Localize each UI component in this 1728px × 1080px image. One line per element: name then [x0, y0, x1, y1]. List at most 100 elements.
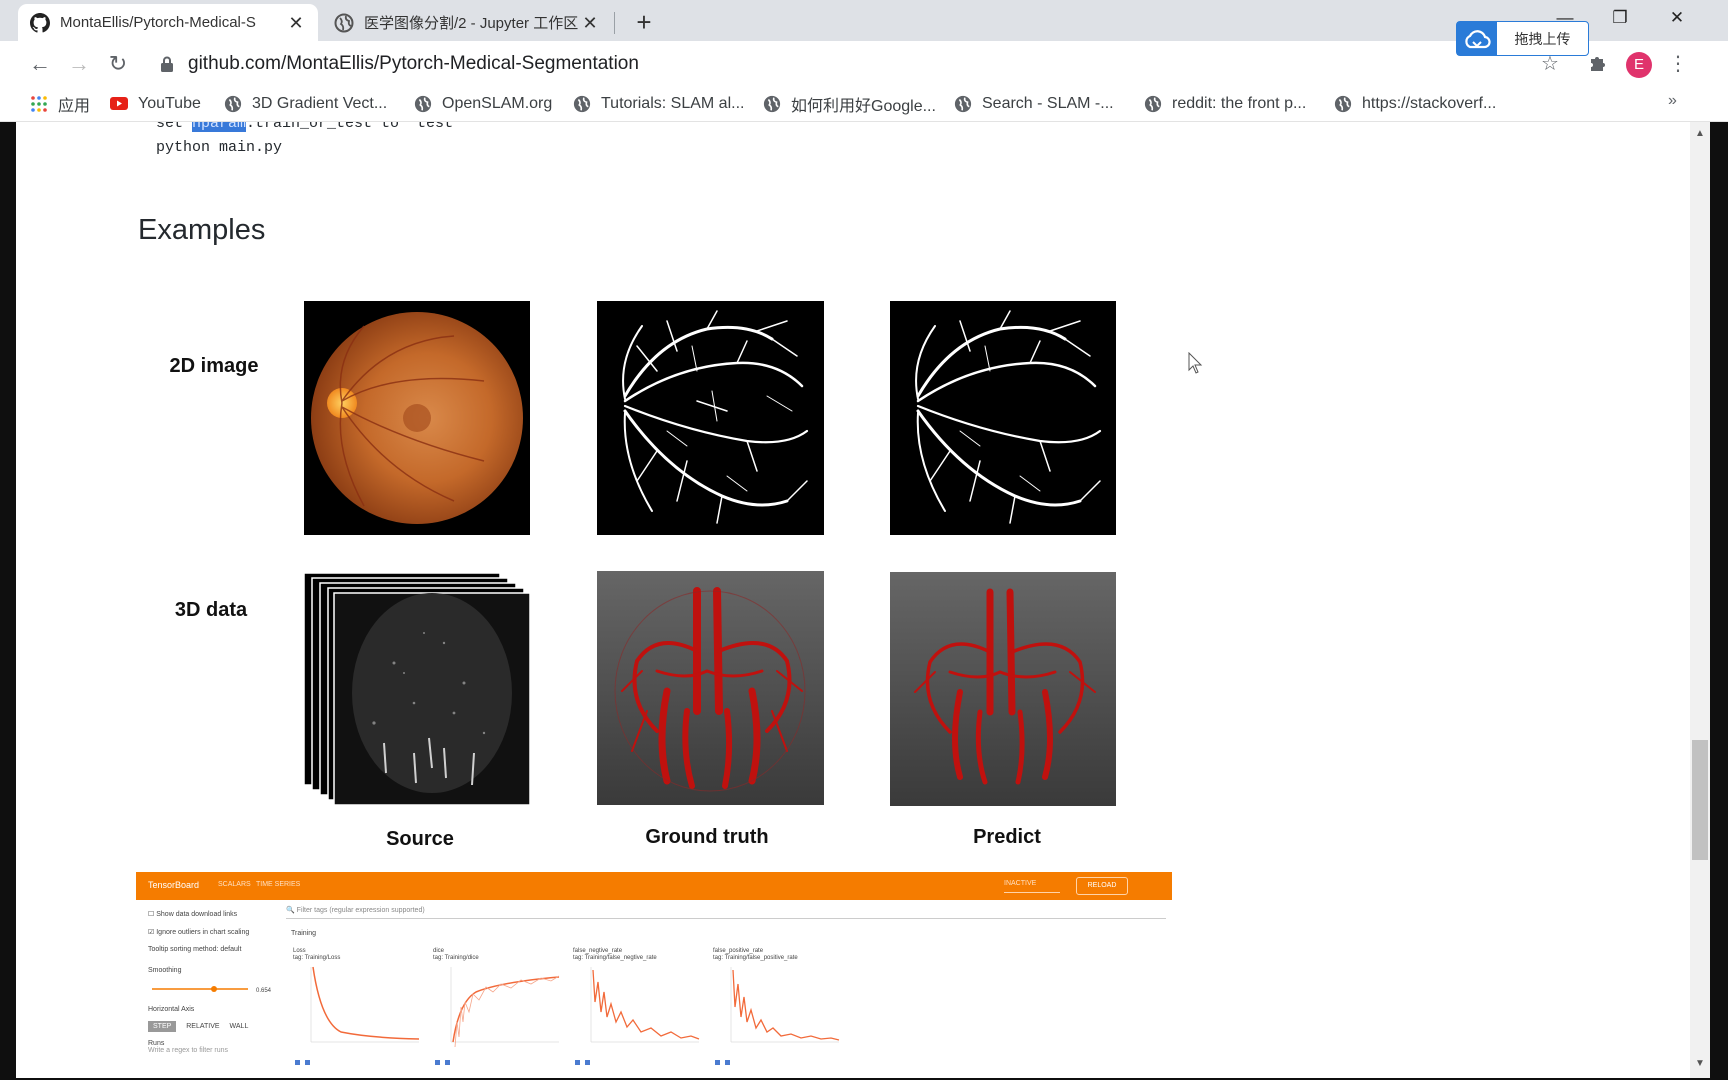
tb-run-select: INACTIVE [1004, 880, 1060, 893]
tb-tab-time-series: TIME SERIES [256, 881, 301, 888]
tb-filter-input: 🔍 Filter tags (regular expression suppor… [286, 906, 1166, 919]
tb-side-text: Show data download links [156, 911, 238, 918]
scroll-up-arrow-icon[interactable]: ▲ [1690, 128, 1710, 139]
globe-icon [763, 95, 781, 113]
mouse-cursor-icon [1188, 352, 1203, 374]
tb-side-text: Ignore outliers in chart scaling [156, 929, 250, 936]
new-tab-icon[interactable]: + [630, 8, 658, 36]
column-label-ground-truth: Ground truth [645, 826, 769, 848]
tb-axis-relative: RELATIVE [186, 1023, 220, 1030]
code-line-2: python main.py [156, 139, 283, 156]
bookmark-label: YouTube [138, 95, 201, 112]
bookmark-tutorials-slam[interactable]: Tutorials: SLAM al... [573, 94, 744, 114]
star-icon[interactable]: ☆ [1539, 53, 1561, 75]
tb-fpr-chart [715, 967, 840, 1065]
bookmark-openslam[interactable]: OpenSLAM.org [414, 94, 552, 114]
extensions-icon[interactable] [1587, 53, 1609, 75]
globe-icon [573, 95, 591, 113]
bookmark-reddit[interactable]: reddit: the front p... [1144, 94, 1306, 114]
bookmark-youtube[interactable]: YouTube [110, 94, 201, 114]
globe-icon [1144, 95, 1162, 113]
bookmark-label: Tutorials: SLAM al... [601, 95, 745, 112]
tb-card-title: false_positive_rate [713, 948, 764, 954]
tensorboard-logo: TensorBoard [148, 880, 200, 890]
lock-icon [161, 56, 173, 72]
close-window-icon[interactable]: ✕ [1662, 6, 1692, 30]
code-text: .train_or_test to 'test' [246, 122, 463, 132]
retina-predict-image [890, 301, 1116, 535]
readme-content: set hparam.train_or_test to 'test' pytho… [16, 122, 1696, 1078]
cloud-upload-icon [1457, 22, 1497, 55]
back-arrow-icon[interactable]: ← [27, 51, 53, 77]
restore-icon[interactable]: ❐ [1605, 6, 1635, 30]
tab-separator [614, 12, 615, 34]
row-label-3d: 3D data [174, 599, 248, 621]
tb-fnr-chart [575, 967, 700, 1065]
tab-title: 医学图像分割/2 - Jupyter 工作区 [364, 15, 579, 32]
tb-axis-options: STEP RELATIVE WALL [148, 1021, 278, 1032]
tensorboard-header: TensorBoard SCALARS TIME SERIES INACTIVE… [136, 872, 1172, 900]
close-tab-icon[interactable]: ✕ [286, 13, 306, 33]
close-tab-icon[interactable]: ✕ [580, 13, 600, 33]
tb-tab-scalars: SCALARS [218, 881, 251, 888]
scroll-down-arrow-icon[interactable]: ▼ [1690, 1058, 1710, 1069]
bookmark-label: OpenSLAM.org [442, 95, 553, 112]
tb-filter-text: Filter tags (regular expression supporte… [296, 907, 425, 914]
globe-icon [954, 95, 972, 113]
tb-card-false-positive: false_positive_rate tag: Training/false_… [711, 948, 841, 1068]
bookmark-label: 应用 [58, 98, 91, 115]
bookmark-search-slam[interactable]: Search - SLAM -... [954, 94, 1114, 114]
youtube-icon [110, 97, 128, 110]
upload-widget[interactable]: 拖拽上传 [1456, 21, 1589, 56]
address-bar[interactable]: github.com/MontaEllis/Pytorch-Medical-Se… [160, 47, 1560, 80]
url-text: github.com/MontaEllis/Pytorch-Medical-Se… [188, 52, 639, 74]
column-label-source: Source [386, 828, 454, 850]
bookmark-label: Search - SLAM -... [982, 95, 1114, 112]
volume-ground-truth-render [597, 571, 824, 805]
globe-icon [414, 95, 432, 113]
bookmark-apps[interactable]: 应用 [30, 94, 91, 115]
tb-loss-chart [295, 966, 420, 1065]
tb-smoothing-value: 0.654 [256, 988, 272, 994]
forward-arrow-icon[interactable]: → [66, 51, 92, 77]
bookmark-3d-gradient[interactable]: 3D Gradient Vect... [224, 94, 387, 114]
bookmark-label: 3D Gradient Vect... [252, 95, 388, 112]
code-line-1: set hparam.train_or_test to 'test' [156, 122, 462, 132]
tb-card-title: dice [433, 948, 445, 954]
github-icon [30, 12, 50, 33]
bookmark-label: reddit: the front p... [1172, 95, 1307, 112]
bookmark-google[interactable]: 如何利用好Google... [763, 94, 936, 115]
globe-icon [1334, 95, 1352, 113]
bookmark-label: https://stackoverf... [1362, 95, 1497, 112]
retina-source-image [304, 301, 530, 535]
tb-runs: Runs Write a regex to filter runs [148, 1040, 278, 1054]
row-label-2d: 2D image [169, 355, 259, 377]
profile-avatar[interactable]: E [1626, 52, 1652, 78]
code-highlight: hparam [192, 122, 247, 132]
tb-card-tag: tag: Training/false_negtive_rate [573, 955, 657, 961]
tab-jupyter[interactable]: 医学图像分割/2 - Jupyter 工作区 ✕ [322, 4, 612, 41]
tb-side-value: default [220, 946, 242, 953]
reload-icon[interactable]: ↻ [105, 51, 131, 77]
bookmark-stackoverflow[interactable]: https://stackoverf... [1334, 94, 1496, 114]
tb-side-text: Runs [148, 1040, 165, 1047]
upload-label: 拖拽上传 [1514, 30, 1571, 47]
tb-card-tag: tag: Training/false_positive_rate [713, 955, 798, 961]
page-scrollbar[interactable] [1690, 122, 1710, 1078]
tb-card-tag: tag: Training/Loss [293, 955, 341, 961]
tb-show-download: ☐ Show data download links [148, 911, 238, 918]
apps-grid-icon [31, 96, 47, 112]
globe-icon [334, 13, 354, 32]
globe-icon [224, 95, 242, 113]
tab-github[interactable]: MontaEllis/Pytorch-Medical-S ✕ [18, 4, 318, 41]
menu-kebab-icon[interactable]: ⋮ [1667, 53, 1689, 75]
tb-tooltip-sorting: Tooltip sorting method: default [148, 946, 278, 953]
examples-heading: Examples [138, 214, 266, 246]
tb-reload-button: RELOAD [1076, 877, 1128, 895]
tb-smoothing: Smoothing [148, 967, 278, 974]
tb-card-title: false_negtive_rate [573, 948, 623, 954]
tab-title: MontaEllis/Pytorch-Medical-S [60, 14, 256, 31]
more-bookmarks-icon[interactable]: » [1668, 92, 1677, 110]
scrollbar-thumb[interactable] [1692, 740, 1708, 860]
tb-side-text: Write a regex to filter runs [148, 1047, 229, 1054]
